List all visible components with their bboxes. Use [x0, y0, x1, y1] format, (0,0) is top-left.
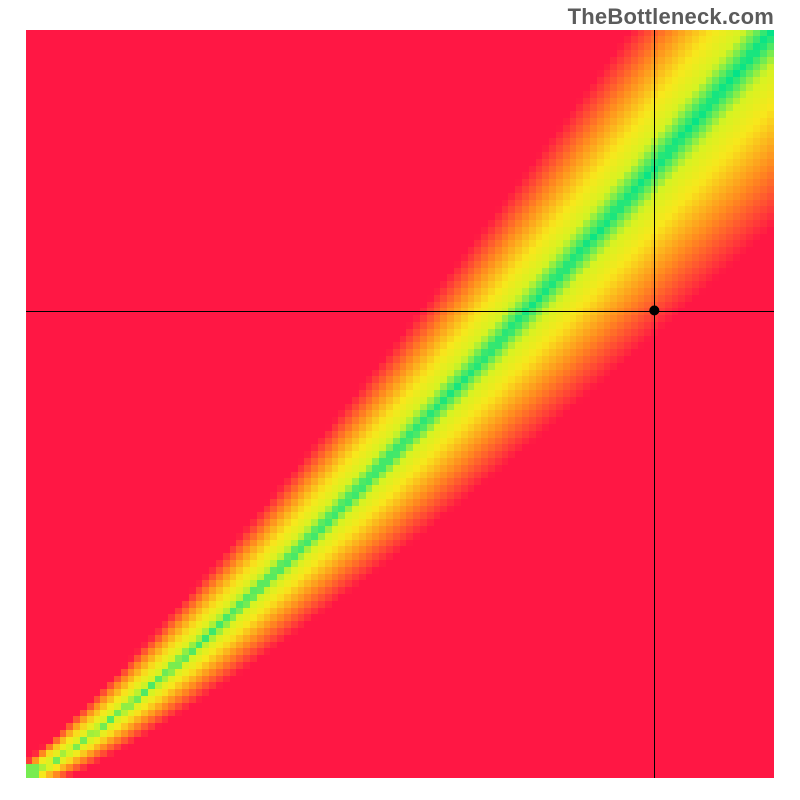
bottleneck-heatmap — [26, 30, 774, 778]
watermark-text: TheBottleneck.com — [568, 4, 774, 30]
chart-container: TheBottleneck.com — [0, 0, 800, 800]
